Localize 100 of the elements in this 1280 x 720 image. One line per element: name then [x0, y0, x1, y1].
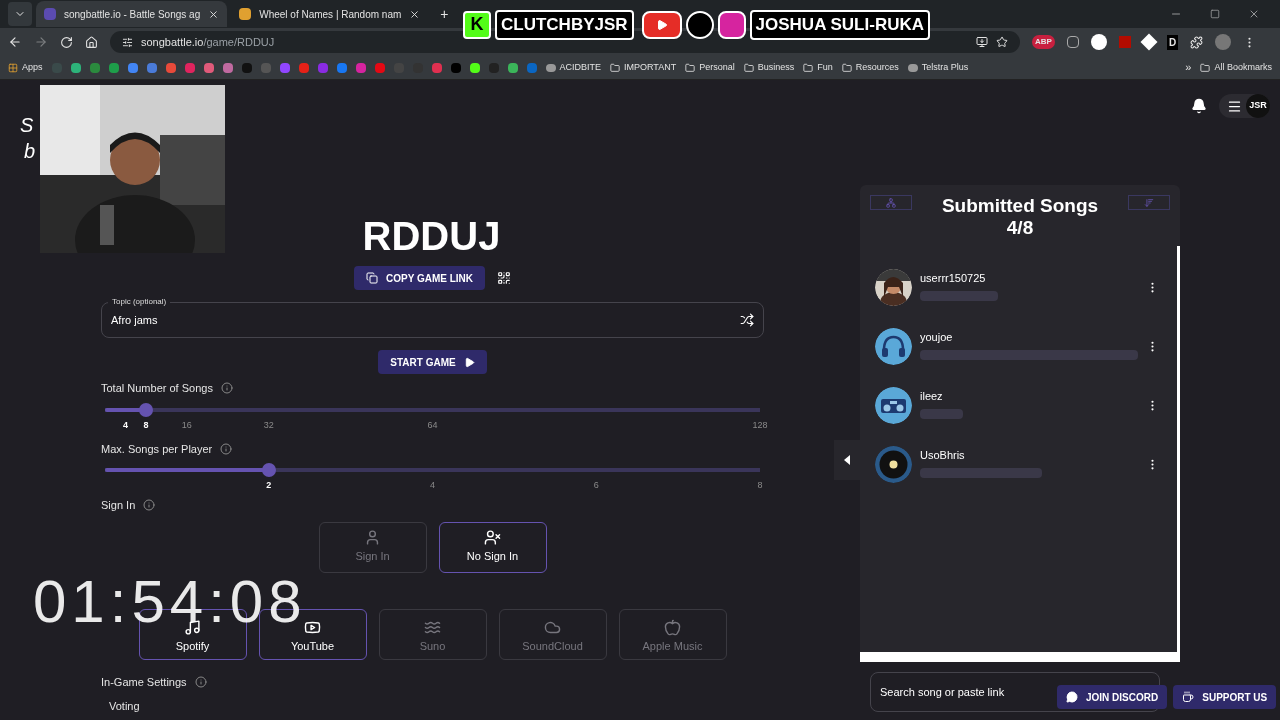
- favicon-icon: [239, 8, 252, 20]
- bookmark-item[interactable]: Telstra Plus: [907, 60, 969, 75]
- site-info-icon[interactable]: [122, 36, 133, 48]
- slider-tick-label: 2: [266, 479, 272, 492]
- grid-icon: [8, 62, 18, 73]
- folder-icon: [1200, 62, 1211, 73]
- headphones-avatar-icon: [875, 328, 912, 365]
- site-icon: [907, 63, 918, 72]
- section-label: In-Game Settings: [101, 674, 187, 690]
- start-game-button[interactable]: START GAME: [378, 350, 487, 374]
- player-row[interactable]: userrr150725: [860, 258, 1177, 317]
- apps-bookmark[interactable]: Apps: [8, 60, 43, 75]
- qr-code-icon[interactable]: [497, 271, 511, 285]
- home-icon[interactable]: [85, 35, 98, 49]
- favicon-icon: [44, 8, 56, 20]
- extension-icon[interactable]: [1066, 36, 1079, 48]
- all-bookmarks[interactable]: All Bookmarks: [1200, 60, 1272, 75]
- slider-tick-label: 64: [427, 418, 438, 432]
- slider-thumb[interactable]: [261, 463, 276, 477]
- slider-tick-label: 8: [143, 418, 149, 432]
- bookmark-item[interactable]: Fun: [803, 60, 833, 75]
- maximize-icon[interactable]: [1210, 9, 1220, 19]
- vertical-scrollbar[interactable]: [1177, 246, 1180, 662]
- player-name: youjoe: [920, 330, 954, 346]
- support-us-button[interactable]: SUPPORT US: [1173, 685, 1277, 709]
- browser-tab[interactable]: songbattle.io - Battle Songs ag: [36, 1, 228, 27]
- bookmark-icon[interactable]: [108, 62, 119, 73]
- install-icon[interactable]: [976, 36, 988, 48]
- close-icon[interactable]: [1248, 8, 1260, 20]
- hierarchy-icon: [886, 197, 896, 208]
- option-button[interactable]: Apple Music: [618, 608, 727, 660]
- player-row[interactable]: UsoBhris: [860, 435, 1177, 494]
- extension-badge[interactable]: ABP: [1032, 35, 1055, 49]
- shuffle-icon[interactable]: [740, 313, 754, 327]
- folder-icon: [743, 62, 754, 73]
- close-icon[interactable]: [409, 8, 421, 20]
- extension-letter[interactable]: D: [1166, 34, 1179, 50]
- browser-tab[interactable]: Wheel of Names | Random nam: [231, 1, 429, 27]
- player-row[interactable]: youjoe: [860, 317, 1177, 376]
- slider-tick-label: 128: [752, 418, 768, 432]
- option-button[interactable]: No Sign In: [438, 521, 547, 573]
- option-button[interactable]: SoundCloud: [498, 608, 607, 660]
- channel-handle: CLUTCHBYJSR: [495, 10, 634, 40]
- slider-tick-label: 32: [263, 418, 274, 432]
- horizontal-scrollbar[interactable]: [860, 652, 1177, 662]
- bookmark-item[interactable]: ACIDBITE: [545, 60, 602, 75]
- user-avatar[interactable]: JSR: [1246, 94, 1270, 118]
- bookmark-icon[interactable]: [469, 62, 480, 73]
- bookmark-item[interactable]: Business: [743, 60, 795, 75]
- extensions-icon[interactable]: [1190, 35, 1204, 49]
- field-label: Topic (optional): [108, 296, 171, 308]
- profile-avatar[interactable]: [1215, 34, 1232, 50]
- bookmark-star-icon[interactable]: [996, 36, 1008, 48]
- chat-bubble-icon: [1066, 691, 1078, 703]
- bookmark-item[interactable]: Personal: [685, 60, 735, 75]
- info-icon[interactable]: [220, 382, 233, 395]
- folder-icon: [841, 62, 852, 73]
- slider-tick-label: 16: [181, 418, 192, 432]
- option-button[interactable]: Suno: [378, 608, 487, 660]
- info-icon[interactable]: [143, 499, 156, 512]
- tree-view-button[interactable]: [870, 195, 912, 210]
- creator-name: JOSHUA SULI-RUKA: [749, 10, 930, 40]
- extension-icon[interactable]: [1090, 34, 1107, 50]
- close-icon[interactable]: [208, 8, 220, 20]
- notifications-icon[interactable]: [1191, 98, 1207, 114]
- copy-link-button[interactable]: COPY GAME LINK: [353, 266, 485, 290]
- tab-title: Wheel of Names | Random nam: [259, 7, 402, 22]
- suno-icon: [424, 619, 441, 636]
- panel-title: Submitted Songs: [941, 195, 1099, 217]
- player-name: userrr150725: [920, 271, 987, 287]
- bookmark-icon[interactable]: [507, 62, 518, 73]
- player-name: UsoBhris: [920, 448, 966, 464]
- section-label: Sign In: [101, 498, 136, 513]
- new-tab-button[interactable]: +: [432, 3, 457, 25]
- collapse-arrow-icon[interactable]: [844, 455, 850, 465]
- folder-icon: [803, 62, 814, 73]
- menu-icon[interactable]: [1227, 98, 1242, 114]
- bookmark-item[interactable]: IMPORTANT: [610, 60, 677, 75]
- reload-icon[interactable]: [60, 35, 73, 49]
- bookmark-icon[interactable]: [70, 62, 81, 73]
- slider-label: Total Number of Songs: [101, 381, 213, 396]
- game-code: RDDUJ: [362, 214, 501, 258]
- slider-thumb[interactable]: [138, 402, 153, 417]
- vinyl-record-avatar-icon: [875, 446, 912, 483]
- play-icon: [655, 18, 668, 31]
- player-row[interactable]: ileez: [860, 376, 1177, 435]
- bookmark-item[interactable]: Resources: [841, 60, 899, 75]
- back-icon[interactable]: [8, 35, 22, 49]
- option-button[interactable]: Sign In: [318, 521, 427, 573]
- slider-tick-label: 4: [122, 418, 128, 432]
- more-bookmarks-button[interactable]: »: [1185, 59, 1192, 76]
- join-discord-button[interactable]: JOIN DISCORD: [1057, 685, 1168, 709]
- slider-label: Max. Songs per Player: [101, 441, 213, 457]
- url-text: songbattle.io/game/RDDUJ: [141, 34, 276, 50]
- topic-value: Afro jams: [111, 312, 159, 328]
- info-icon[interactable]: [194, 675, 207, 688]
- info-icon[interactable]: [220, 442, 233, 455]
- player-name: ileez: [920, 389, 944, 405]
- submission-count: 4/8: [1006, 217, 1034, 239]
- tab-search-button[interactable]: [8, 2, 32, 26]
